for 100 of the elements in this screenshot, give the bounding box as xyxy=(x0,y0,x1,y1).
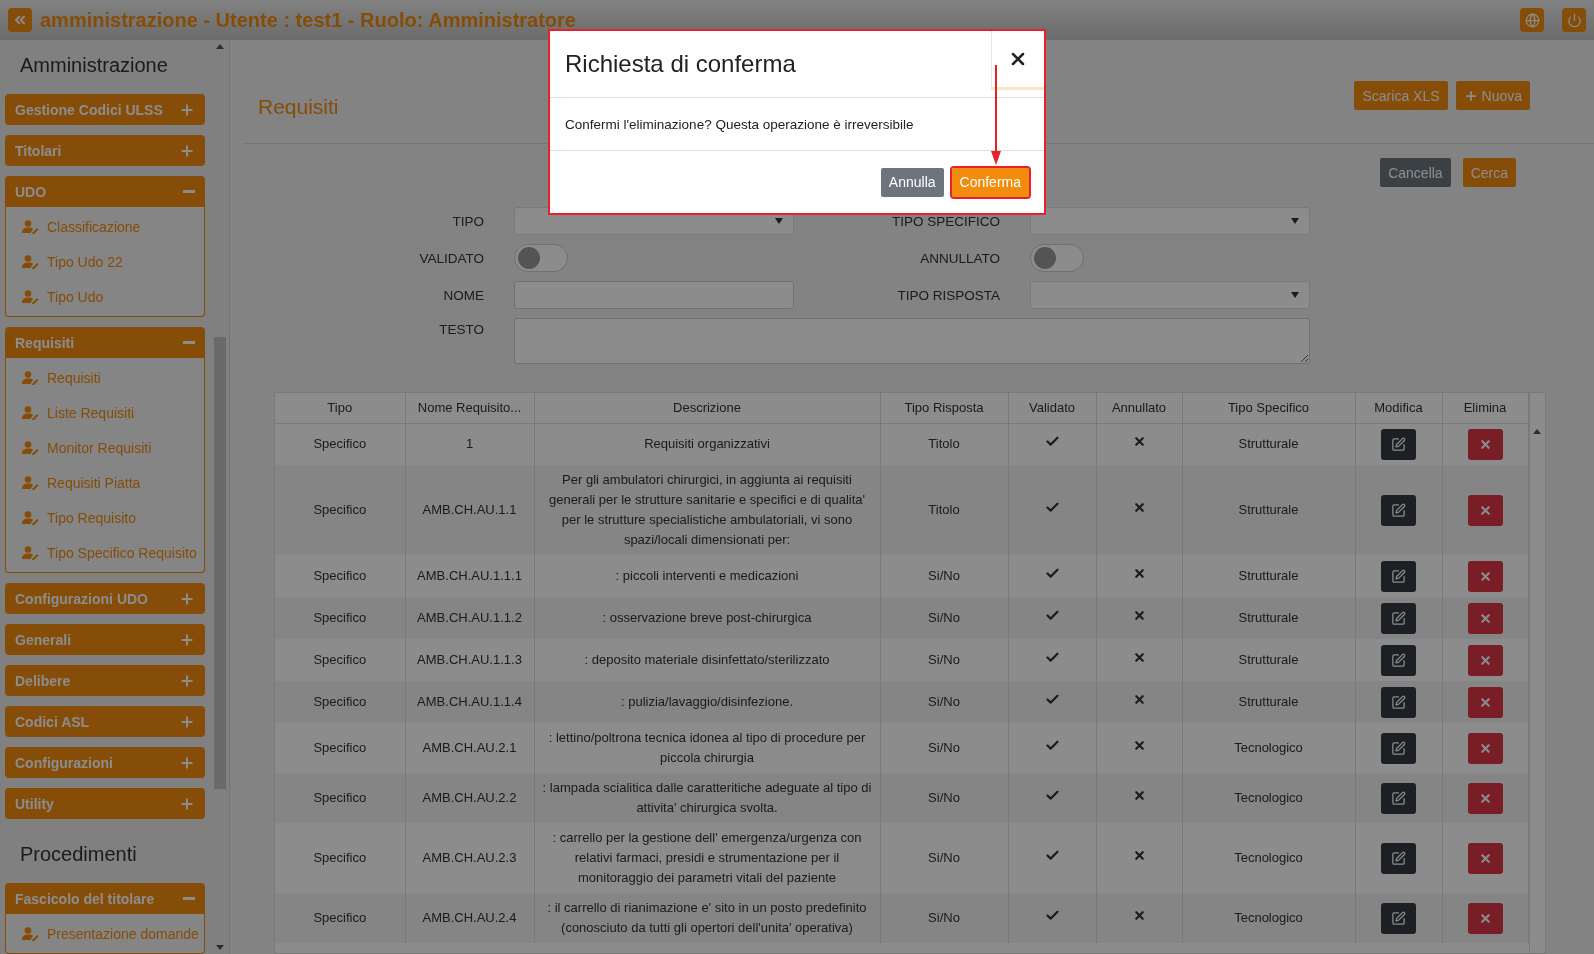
user-edit-icon xyxy=(22,370,39,385)
menu-item[interactable]: Tipo Udo 22 xyxy=(6,244,204,279)
delete-button[interactable] xyxy=(1467,842,1503,874)
delete-button[interactable] xyxy=(1467,494,1503,526)
close-icon xyxy=(1478,437,1492,451)
edit-button[interactable] xyxy=(1381,686,1416,718)
logout-button[interactable] xyxy=(1562,8,1586,32)
delete-button[interactable] xyxy=(1467,560,1503,592)
delete-button[interactable] xyxy=(1467,686,1503,718)
delete-button[interactable] xyxy=(1467,428,1503,460)
select-field[interactable] xyxy=(1030,281,1310,309)
confirm-button[interactable]: Conferma xyxy=(951,167,1029,197)
menu-item[interactable]: Requisiti Piatta xyxy=(6,465,204,500)
scroll-up-icon[interactable] xyxy=(216,44,224,49)
cancel-button[interactable]: Annulla xyxy=(880,167,944,197)
menu-group[interactable]: Codici ASL xyxy=(5,706,205,737)
table-cell: Si/No xyxy=(880,893,1008,943)
user-edit-icon xyxy=(22,475,39,490)
plus-icon xyxy=(1463,88,1478,103)
menu-item[interactable]: Requisiti xyxy=(6,360,204,395)
column-header: Annullato xyxy=(1096,393,1182,423)
column-header: Validato xyxy=(1008,393,1096,423)
select-field[interactable] xyxy=(1030,207,1310,235)
delete-button[interactable] xyxy=(1467,902,1503,934)
table-cell: AMB.CH.AU.2.4 xyxy=(405,893,534,943)
toggle-switch[interactable] xyxy=(1030,244,1084,272)
field-label: ANNULLATO xyxy=(919,250,1000,266)
user-edit-icon xyxy=(22,545,39,560)
edit-button[interactable] xyxy=(1381,782,1416,814)
field-label: TIPO xyxy=(451,213,484,229)
menu-item[interactable]: Tipo Udo xyxy=(6,279,204,314)
minus-icon xyxy=(183,341,195,344)
minus-icon xyxy=(183,897,195,900)
edit-button[interactable] xyxy=(1381,602,1416,634)
language-button[interactable] xyxy=(1520,8,1544,32)
export-button[interactable]: Scarica XLS xyxy=(1354,81,1448,110)
plus-icon xyxy=(179,631,195,648)
text-field[interactable] xyxy=(514,281,794,309)
power-icon xyxy=(1566,12,1582,28)
close-icon xyxy=(1478,911,1492,925)
close-icon xyxy=(1478,569,1492,583)
edit-icon xyxy=(1391,694,1406,710)
table-cell: : il carrello di rianimazione e' sito in un posto predefinito (conosciuto da tutti gli opertori dell'unita' operativa) xyxy=(534,893,880,943)
field-label: NOME xyxy=(442,287,484,303)
collapse-button[interactable] xyxy=(8,8,32,32)
menu-group[interactable]: Fascicolo del titolare xyxy=(5,883,205,914)
section-heading: Procedimenti xyxy=(19,842,138,867)
clear-button[interactable]: Cancella xyxy=(1380,158,1451,187)
delete-button[interactable] xyxy=(1467,782,1503,814)
edit-icon xyxy=(1391,740,1406,756)
menu-group[interactable]: Delibere xyxy=(5,665,205,696)
menu-item[interactable]: Monitor Requisiti xyxy=(6,430,204,465)
close-icon xyxy=(1478,791,1492,805)
new-button[interactable]: Nuova xyxy=(1455,81,1530,110)
plus-icon xyxy=(179,754,195,771)
search-button[interactable]: Cerca xyxy=(1462,158,1516,187)
plus-icon xyxy=(179,101,195,118)
column-header: Elimina xyxy=(1442,393,1528,423)
user-edit-icon xyxy=(22,219,39,234)
field-label: TIPO SPECIFICO xyxy=(891,213,1000,229)
menu-item[interactable]: Tipo Requisito xyxy=(6,500,204,535)
plus-icon xyxy=(179,672,195,689)
menu-item[interactable]: Liste Requisiti xyxy=(6,395,204,430)
column-header: Descrizione xyxy=(534,393,880,423)
column-header: Tipo Risposta xyxy=(880,393,1008,423)
delete-button[interactable] xyxy=(1467,602,1503,634)
menu-item[interactable]: Classificazione xyxy=(6,209,204,244)
user-edit-icon xyxy=(22,405,39,420)
close-icon xyxy=(1478,611,1492,625)
edit-button[interactable] xyxy=(1381,902,1416,934)
edit-button[interactable] xyxy=(1381,428,1416,460)
edit-button[interactable] xyxy=(1381,560,1416,592)
close-icon xyxy=(1478,741,1492,755)
menu-group[interactable]: Configurazioni UDO xyxy=(5,583,205,614)
caret-icon xyxy=(1291,218,1299,224)
menu-group[interactable]: Titolari xyxy=(5,135,205,166)
plus-icon xyxy=(179,590,195,607)
menu-group[interactable]: Configurazioni xyxy=(5,747,205,778)
menu-group[interactable]: Utility xyxy=(5,788,205,819)
menu-group[interactable]: UDO xyxy=(5,176,205,207)
edit-button[interactable] xyxy=(1381,644,1416,676)
delete-button[interactable] xyxy=(1467,732,1503,764)
scroll-up-icon[interactable] xyxy=(1533,429,1542,434)
close-button[interactable] xyxy=(991,31,1044,90)
plus-icon xyxy=(179,142,195,159)
delete-button[interactable] xyxy=(1467,644,1503,676)
column-header: Modifica xyxy=(1355,393,1442,423)
edit-button[interactable] xyxy=(1381,842,1416,874)
menu-group[interactable]: Generali xyxy=(5,624,205,655)
menu-group[interactable]: Requisiti xyxy=(5,327,205,358)
user-edit-icon xyxy=(22,926,39,941)
edit-button[interactable] xyxy=(1381,494,1416,526)
section-heading: Amministrazione xyxy=(19,53,169,78)
field-label: TESTO xyxy=(438,321,484,337)
scroll-down-icon[interactable] xyxy=(216,945,224,950)
menu-group[interactable]: Gestione Codici ULSS xyxy=(5,94,205,125)
menu-item[interactable]: Tipo Specifico Requisito xyxy=(6,535,204,570)
toggle-switch[interactable] xyxy=(514,244,568,272)
edit-button[interactable] xyxy=(1381,732,1416,764)
dialog-title: Richiesta di conferma xyxy=(565,50,796,78)
